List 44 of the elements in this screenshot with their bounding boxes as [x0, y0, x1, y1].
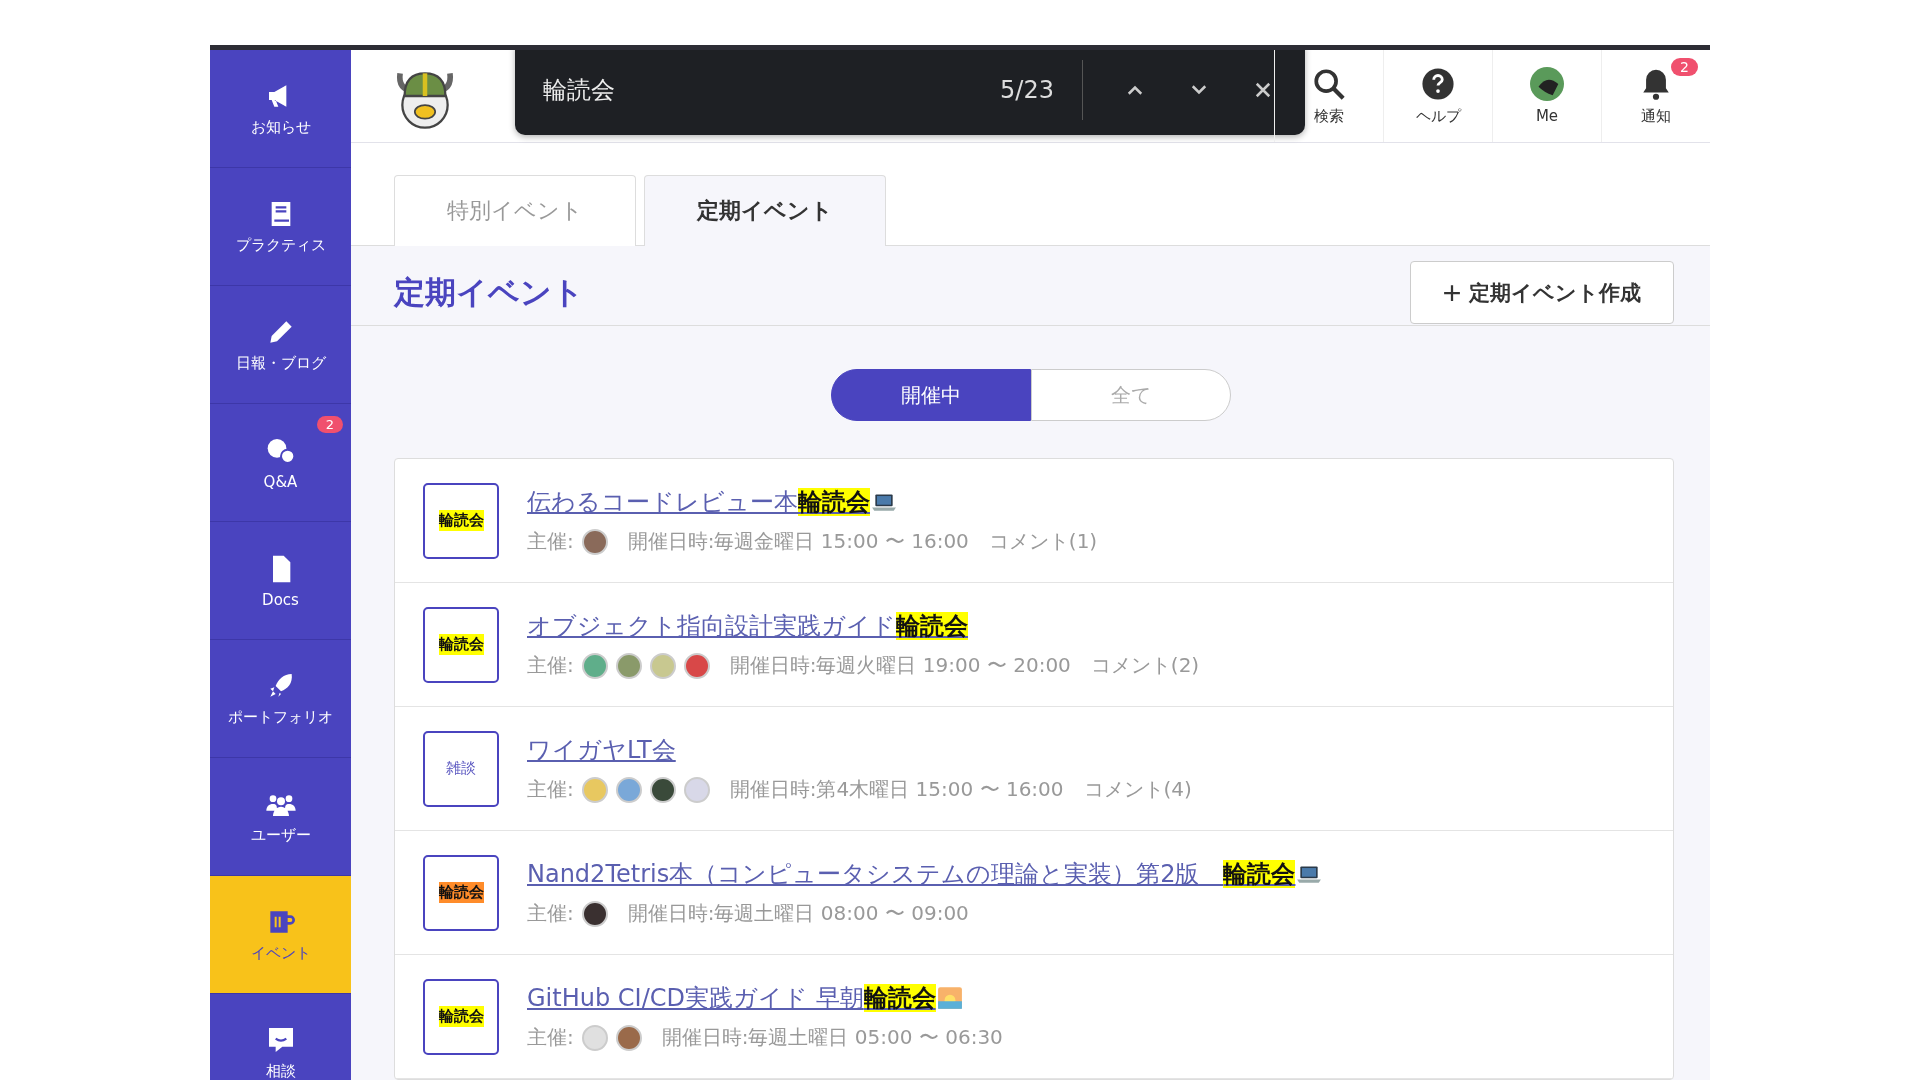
header-nav-item[interactable]: ヘルプ — [1383, 50, 1492, 142]
event-title-link[interactable]: オブジェクト指向設計実践ガイド輪読会 — [527, 610, 968, 642]
organizer-avatar[interactable] — [649, 776, 676, 803]
schedule-text: 開催日時:第4木曜日 15:00 〜 16:00 — [729, 776, 1064, 803]
page-title: 定期イベント — [394, 272, 584, 312]
organizer-label: 主催: — [527, 900, 574, 927]
event-title-link[interactable]: 伝わるコードレビュー本輪読会 — [527, 486, 870, 518]
schedule-text: 開催日時:毎週土曜日 05:00 〜 06:30 — [661, 1024, 1003, 1051]
plus-icon — [1443, 283, 1461, 302]
category-badge: 雑談 — [423, 730, 499, 807]
avatar-icon — [1530, 67, 1564, 101]
comment-count: コメント(2) — [1090, 652, 1200, 679]
header-nav-item[interactable]: 通知 2 — [1601, 50, 1710, 142]
category-badge: 輪読会 — [423, 978, 499, 1055]
header-nav-item[interactable]: 検索 — [1274, 50, 1383, 142]
event-title-link[interactable]: GitHub CI/CD実践ガイド 早朝輪読会 — [527, 982, 936, 1014]
organizer-label: 主催: — [527, 776, 574, 803]
organizer-label: 主催: — [527, 1024, 574, 1051]
create-event-button[interactable]: 定期イベント作成 — [1410, 261, 1674, 324]
schedule-text: 開催日時:毎週土曜日 08:00 〜 09:00 — [627, 900, 969, 927]
category-badge: 輪読会 — [423, 606, 499, 683]
category-badge: 輪読会 — [423, 854, 499, 931]
filter-toggle[interactable]: 開催中 — [830, 369, 1031, 421]
sidebar-item[interactable]: イベント — [210, 876, 351, 994]
organizer-label: 主催: — [527, 528, 574, 555]
help-icon — [1421, 66, 1455, 101]
event-title-link[interactable]: ワイガヤLT会 — [527, 734, 676, 766]
organizer-label: 主催: — [527, 652, 574, 679]
schedule-text: 開催日時:毎週金曜日 15:00 〜 16:00 — [627, 528, 969, 555]
comment-count: コメント(4) — [1083, 776, 1192, 803]
event-title-link[interactable]: Nand2Tetris本（コンピュータシステムの理論と実装）第2版 輪読会 — [527, 858, 1296, 890]
organizer-avatar[interactable] — [581, 900, 608, 927]
find-query[interactable]: 輪読会 — [543, 74, 1001, 106]
comment-count: コメント(1) — [988, 528, 1098, 555]
header-nav-item[interactable]: Me — [1492, 50, 1601, 142]
sunrise-icon — [935, 985, 964, 1011]
category-badge: 輪読会 — [423, 482, 499, 559]
schedule-text: 開催日時:毎週火曜日 19:00 〜 20:00 — [729, 652, 1071, 679]
count-badge: 2 — [316, 416, 343, 433]
close-icon — [1253, 80, 1273, 100]
match-count: 5/23 — [1000, 60, 1083, 120]
notification-badge: 2 — [1671, 58, 1698, 76]
tab[interactable]: 定期イベント — [644, 175, 886, 246]
search-icon — [1312, 66, 1346, 101]
